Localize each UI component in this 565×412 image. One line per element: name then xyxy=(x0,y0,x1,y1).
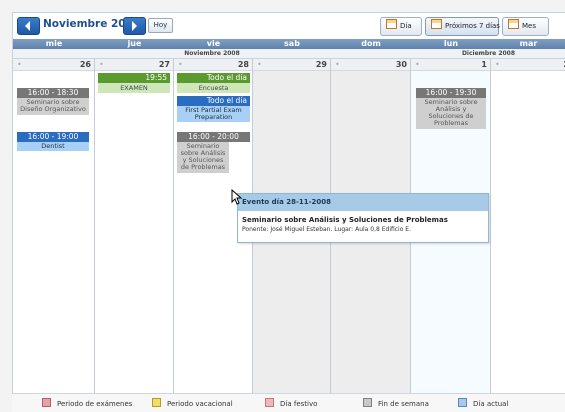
chevron-right-icon xyxy=(132,21,137,31)
event-dentist[interactable]: 16:00 - 19:00 Dentist xyxy=(17,132,89,151)
month-row: Noviembre 2008 Diciembre 2008 xyxy=(13,49,565,59)
chevron-left-icon xyxy=(25,21,30,31)
legend-swatch xyxy=(265,398,274,407)
event-first-partial[interactable]: Todo el día First Partial Exam Preparati… xyxy=(177,96,250,122)
day-column[interactable]: • 26 16:00 - 18:30 Seminario sobre Diseño… xyxy=(13,59,95,412)
legend-swatch xyxy=(42,398,51,407)
event-time: 16:00 - 18:30 xyxy=(17,88,89,98)
month-label: Noviembre 2008 xyxy=(184,50,240,57)
day-number: 1 xyxy=(481,60,487,69)
tab-next-7-days-label: Próximos 7 días xyxy=(445,22,500,30)
mouse-cursor-icon xyxy=(231,189,243,205)
tooltip-detail: Ponente: José Miguel Esteban. Lugar: Aul… xyxy=(242,226,412,233)
event-time: 16:00 - 19:30 xyxy=(416,88,486,98)
tab-day-view[interactable]: Día xyxy=(380,17,422,36)
day-number-bar: • 29 xyxy=(253,59,330,71)
day-number-bar: • 26 xyxy=(13,59,94,71)
weekday-label: vie xyxy=(206,39,221,48)
day-number-bar: •2 xyxy=(491,59,565,71)
event-time: 16:00 - 20:00 xyxy=(177,132,250,142)
tab-month-view[interactable]: Mes xyxy=(502,17,549,36)
legend-item: Día actual xyxy=(458,398,508,409)
event-time: 19:55 xyxy=(98,73,170,83)
calendar-icon xyxy=(386,19,397,29)
day-column[interactable]: •2 xyxy=(491,59,565,412)
prev-week-button[interactable] xyxy=(17,17,40,35)
weekday-label: jue xyxy=(127,39,142,48)
calendar-legend: Periodo de exámenes Periodo vacacional D… xyxy=(12,393,565,412)
event-title: Encuesta xyxy=(177,83,250,93)
tab-day-label: Día xyxy=(400,22,412,30)
event-seminario-analisis[interactable]: 16:00 - 19:30 Seminario sobre Análisis y… xyxy=(416,88,486,129)
event-tooltip: Evento día 28-11-2008 Seminario sobre An… xyxy=(237,193,489,243)
today-button[interactable]: Hoy xyxy=(148,18,173,33)
day-number-bar: • 28 xyxy=(174,59,252,71)
day-number: 29 xyxy=(315,60,327,69)
event-time: 16:00 - 19:00 xyxy=(17,132,89,142)
day-number-bar: • 30 xyxy=(331,59,410,71)
tab-next-7-days[interactable]: Próximos 7 días xyxy=(425,17,500,36)
day-column[interactable]: • 27 19:55 EXAMEN xyxy=(95,59,174,412)
day-number-bar: • 27 xyxy=(95,59,173,71)
tooltip-header: Evento día 28-11-2008 xyxy=(238,194,488,211)
weekday-label: dom xyxy=(361,39,381,48)
calendar-icon xyxy=(431,19,442,29)
weekday-label: mie xyxy=(45,39,63,48)
legend-item: Día festivo xyxy=(265,398,317,409)
day-number: 27 xyxy=(158,60,170,69)
tooltip-title: Seminario sobre Análisis y Soluciones de… xyxy=(242,216,448,224)
legend-swatch xyxy=(458,398,467,407)
event-title: EXAMEN xyxy=(98,83,170,93)
event-title: Dentist xyxy=(17,142,89,151)
day-number: 28 xyxy=(237,60,249,69)
calendar-icon xyxy=(508,19,519,29)
event-title: Seminario sobre Análisis y Soluciones de… xyxy=(416,98,486,129)
day-number-bar: • 1 xyxy=(411,59,490,71)
legend-item: Periodo de exámenes xyxy=(42,398,132,409)
event-title: Seminario sobre Análisis y Soluciones de… xyxy=(177,142,229,173)
tab-month-label: Mes xyxy=(522,22,536,30)
weekday-header: mie jue vie sab dom lun mar xyxy=(13,39,565,49)
event-time: Todo el día xyxy=(177,96,250,106)
legend-swatch xyxy=(152,398,161,407)
event-title: Seminario sobre Diseño Organizativo xyxy=(17,98,89,115)
month-label: Diciembre 2008 xyxy=(461,50,516,57)
legend-item: Fin de semana xyxy=(363,398,429,409)
event-encuesta[interactable]: Todo el día Encuesta xyxy=(177,73,250,93)
event-title: First Partial Exam Preparation xyxy=(177,106,250,122)
calendar-frame: Noviembre 2008 Hoy Día Próximos 7 días M… xyxy=(12,12,565,412)
event-time: Todo el día xyxy=(177,73,250,83)
next-week-button[interactable] xyxy=(123,17,146,35)
legend-swatch xyxy=(363,398,372,407)
day-number: 30 xyxy=(395,60,407,69)
event-seminario-analisis[interactable]: 16:00 - 20:00 Seminario sobre Análisis y… xyxy=(177,132,250,173)
event-examen[interactable]: 19:55 EXAMEN xyxy=(98,73,170,93)
weekday-label: mar xyxy=(519,39,538,48)
legend-item: Periodo vacacional xyxy=(152,398,233,409)
event-seminario-diseno[interactable]: 16:00 - 18:30 Seminario sobre Diseño Org… xyxy=(17,88,89,115)
weekday-label: sab xyxy=(284,39,300,48)
calendar-toolbar: Noviembre 2008 Hoy Día Próximos 7 días M… xyxy=(13,13,565,39)
day-number: 26 xyxy=(79,60,91,69)
weekday-label: lun xyxy=(443,39,459,48)
